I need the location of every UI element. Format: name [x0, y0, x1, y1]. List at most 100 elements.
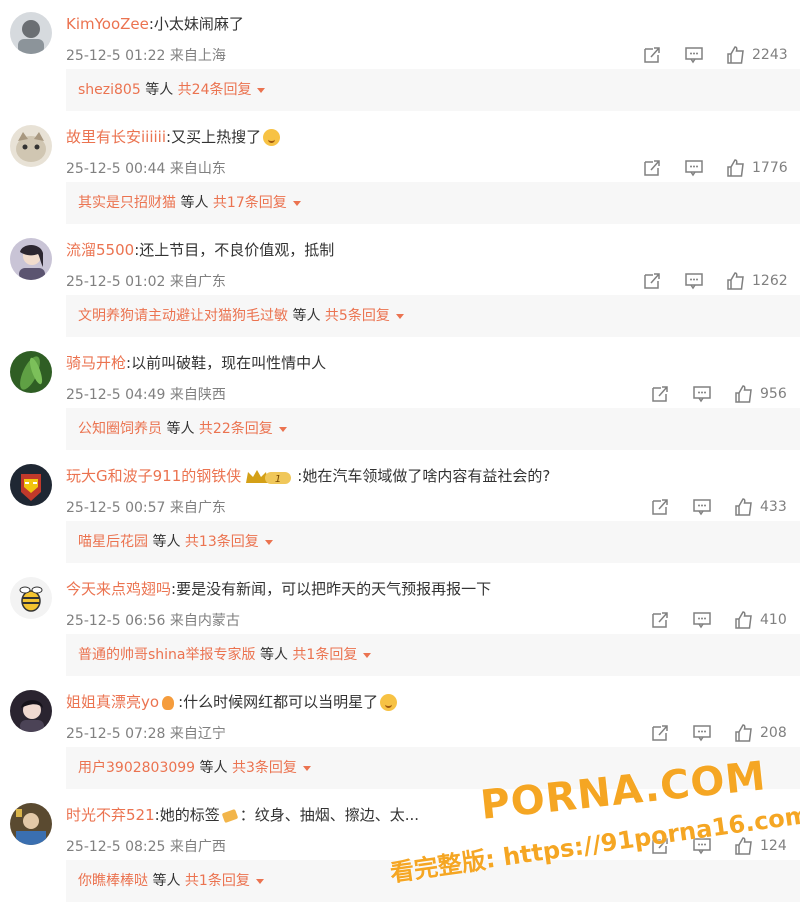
avatar[interactable] [10, 238, 52, 280]
reply-suffix: 等人 [259, 647, 288, 663]
thumbs-up-icon[interactable] [734, 497, 754, 517]
reply-summary[interactable]: shezi805 等人 共24条回复 [66, 69, 800, 111]
comment-item: 姐姐真漂亮yo:什么时候网红都可以当明星了 25-12-5 07:28 来自辽宁… [0, 678, 800, 791]
reply-summary[interactable]: 文明养狗请主动避让对猫狗毛过敏 等人 共5条回复 [66, 295, 800, 337]
comment-meta: 25-12-5 01:22 来自上海 [66, 45, 226, 65]
comment-icon[interactable] [692, 836, 712, 856]
comment-time: 25-12-5 01:22 [66, 48, 166, 64]
comment-meta: 25-12-5 07:28 来自辽宁 [66, 723, 226, 743]
avatar[interactable] [10, 351, 52, 393]
reply-username[interactable]: 普通的帅哥shina举报专家版 [78, 647, 256, 663]
share-icon[interactable] [650, 384, 670, 404]
caret-down-icon[interactable] [264, 539, 273, 545]
reply-summary[interactable]: 其实是只招财猫 等人 共17条回复 [66, 182, 800, 224]
username-link[interactable]: 姐姐真漂亮yo [66, 693, 159, 711]
reply-count[interactable]: 共1条回复 [185, 873, 250, 889]
reply-summary[interactable]: 公知圈饲养员 等人 共22条回复 [66, 408, 800, 450]
caret-down-icon[interactable] [292, 200, 301, 206]
username-link[interactable]: 玩大G和波子911的钢铁侠 [66, 467, 241, 485]
comment-actions: 208 [650, 722, 787, 744]
reply-username[interactable]: 你瞧棒棒哒 [78, 873, 148, 889]
comment-actions: 433 [650, 496, 787, 518]
thumbs-up-icon[interactable] [726, 271, 746, 291]
comment-location: 来自广西 [169, 839, 226, 855]
comment-icon[interactable] [684, 271, 704, 291]
share-icon[interactable] [650, 836, 670, 856]
comment-icon[interactable] [692, 497, 712, 517]
thumbs-up-icon[interactable] [734, 836, 754, 856]
reply-count[interactable]: 共24条回复 [178, 82, 252, 98]
reply-suffix: 等人 [199, 760, 228, 776]
comment-actions: 2243 [642, 44, 788, 66]
avatar[interactable] [10, 690, 52, 732]
share-icon[interactable] [650, 610, 670, 630]
reply-username[interactable]: 喵星后花园 [78, 534, 148, 550]
reply-summary[interactable]: 普通的帅哥shina举报专家版 等人 共1条回复 [66, 634, 800, 676]
comment-icon[interactable] [692, 384, 712, 404]
like-count: 956 [760, 386, 787, 402]
comment-text: :以前叫破鞋，现在叫性情中人 [126, 354, 327, 372]
comment-meta: 25-12-5 00:57 来自广东 [66, 497, 226, 517]
caret-down-icon[interactable] [257, 87, 266, 93]
comment-content: 流溜5500:还上节目，不良价值观，抵制 [66, 239, 334, 261]
thumbs-up-icon[interactable] [734, 610, 754, 630]
comment-time: 25-12-5 07:28 [66, 726, 166, 742]
username-link[interactable]: 时光不弃521 [66, 806, 155, 824]
comment-item: 今天来点鸡翅吗:要是没有新闻，可以把昨天的天气预报再报一下 25-12-5 06… [0, 565, 800, 678]
reply-summary[interactable]: 喵星后花园 等人 共13条回复 [66, 521, 800, 563]
thumbs-up-icon[interactable] [734, 723, 754, 743]
reply-count[interactable]: 共5条回复 [325, 308, 390, 324]
caret-down-icon[interactable] [302, 765, 311, 771]
caret-down-icon[interactable] [395, 313, 404, 319]
like-count: 2243 [752, 47, 788, 63]
reply-username[interactable]: 公知圈饲养员 [78, 421, 162, 437]
username-link[interactable]: 骑马开枪 [66, 354, 126, 372]
avatar[interactable] [10, 464, 52, 506]
thumbs-up-icon[interactable] [734, 384, 754, 404]
comment-icon[interactable] [684, 45, 704, 65]
comment-actions: 1262 [642, 270, 788, 292]
reply-count[interactable]: 共3条回复 [232, 760, 297, 776]
crying-face-icon [263, 129, 281, 146]
comment-item: 故里有长安iiiiii:又买上热搜了 25-12-5 00:44 来自山东 17… [0, 113, 800, 226]
like-count: 410 [760, 612, 787, 628]
comment-item: KimYooZee:小太妹闹麻了 25-12-5 01:22 来自上海 2243… [0, 0, 800, 113]
username-link[interactable]: KimYooZee [66, 15, 149, 33]
vip-crown-badge-icon[interactable]: 1 [245, 468, 293, 486]
username-link[interactable]: 流溜5500 [66, 241, 134, 259]
thumbs-up-icon[interactable] [726, 45, 746, 65]
comment-text: :她的标签 [154, 806, 220, 824]
share-icon[interactable] [642, 271, 662, 291]
caret-down-icon[interactable] [255, 878, 264, 884]
avatar[interactable] [10, 577, 52, 619]
comment-actions: 1776 [642, 157, 788, 179]
reply-count[interactable]: 共22条回复 [199, 421, 273, 437]
comment-time: 25-12-5 01:02 [66, 274, 166, 290]
reply-username[interactable]: 文明养狗请主动避让对猫狗毛过敏 [78, 308, 288, 324]
share-icon[interactable] [642, 158, 662, 178]
reply-username[interactable]: 其实是只招财猫 [78, 195, 176, 211]
comment-icon[interactable] [692, 610, 712, 630]
fan-badge-icon[interactable] [162, 695, 175, 710]
thumbs-up-icon[interactable] [726, 158, 746, 178]
reply-count[interactable]: 共13条回复 [185, 534, 259, 550]
like-count: 1776 [752, 160, 788, 176]
caret-down-icon[interactable] [278, 426, 287, 432]
reply-username[interactable]: 用户3902803099 [78, 760, 195, 776]
share-icon[interactable] [650, 497, 670, 517]
comment-icon[interactable] [692, 723, 712, 743]
caret-down-icon[interactable] [363, 652, 372, 658]
avatar[interactable] [10, 125, 52, 167]
reply-count[interactable]: 共1条回复 [292, 647, 357, 663]
share-icon[interactable] [642, 45, 662, 65]
share-icon[interactable] [650, 723, 670, 743]
avatar[interactable] [10, 803, 52, 845]
reply-username[interactable]: shezi805 [78, 82, 141, 98]
reply-count[interactable]: 共17条回复 [213, 195, 287, 211]
username-link[interactable]: 故里有长安iiiiii [66, 128, 166, 146]
avatar[interactable] [10, 12, 52, 54]
reply-summary[interactable]: 你瞧棒棒哒 等人 共1条回复 [66, 860, 800, 902]
reply-summary[interactable]: 用户3902803099 等人 共3条回复 [66, 747, 800, 789]
username-link[interactable]: 今天来点鸡翅吗 [66, 580, 171, 598]
comment-icon[interactable] [684, 158, 704, 178]
